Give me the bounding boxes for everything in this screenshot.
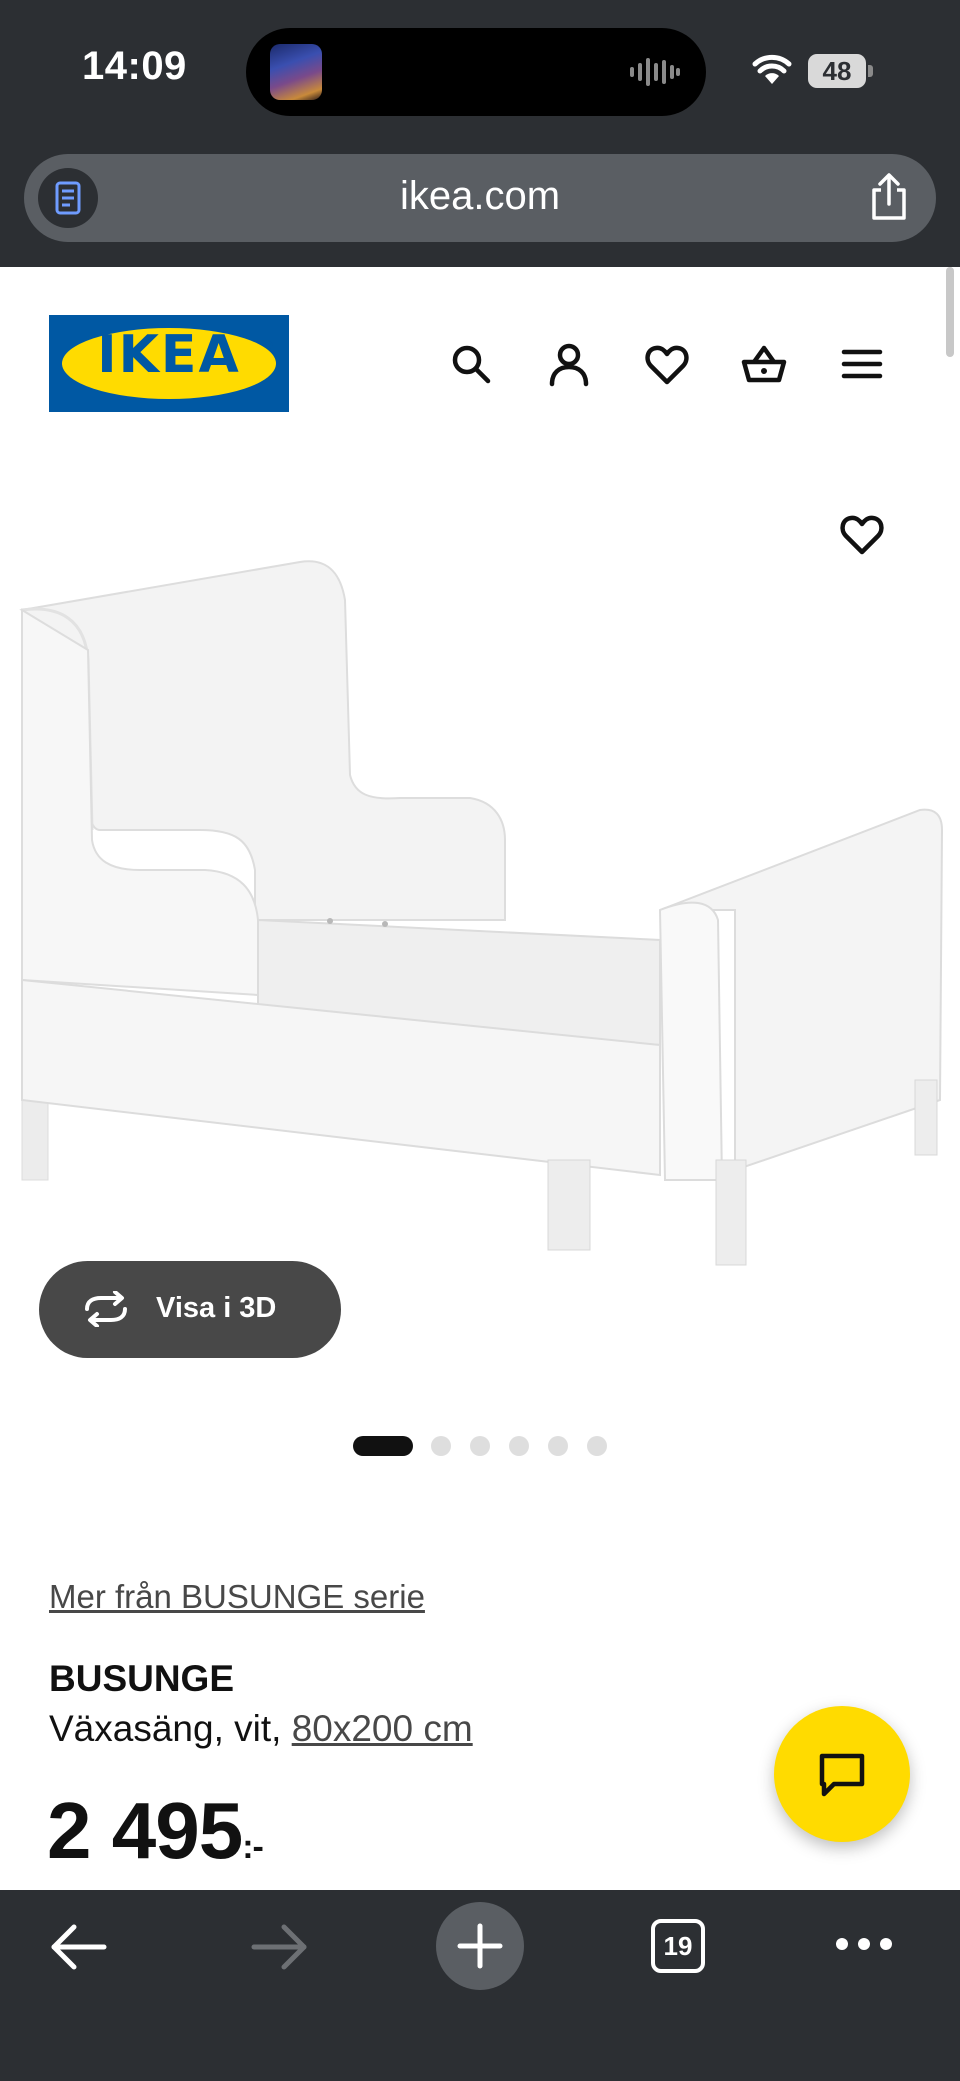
gallery-dot-1[interactable] [353,1436,413,1456]
product-image[interactable] [0,540,960,1280]
series-link[interactable]: Mer från BUSUNGE serie [49,1578,425,1616]
heart-icon[interactable] [643,340,691,388]
more-options-icon[interactable] [834,1936,894,1952]
battery-tip [868,65,873,77]
share-icon[interactable] [868,172,910,222]
price-value: 2 495 [47,1786,243,1875]
scroll-indicator[interactable] [946,267,954,357]
new-tab-button[interactable] [436,1902,524,1990]
price-suffix: :- [242,1828,264,1866]
chat-icon [819,1753,865,1797]
status-time: 14:09 [82,44,187,88]
back-arrow-icon[interactable] [48,1922,108,1972]
browser-bottom-toolbar: 19 [0,1890,960,2081]
gallery-dot-4[interactable] [509,1436,529,1456]
product-name: BUSUNGE [49,1658,235,1699]
menu-icon[interactable] [838,340,886,388]
size-link[interactable]: 80x200 cm [292,1708,473,1749]
product-price: 2 495:- [47,1785,264,1877]
browser-top-chrome: 14:09 48 ikea.com [0,0,960,267]
rotate-3d-icon [85,1291,127,1327]
gallery-dot-6[interactable] [587,1436,607,1456]
account-icon[interactable] [545,340,593,388]
url-text: ikea.com [399,174,561,218]
view-in-3d-button[interactable]: Visa i 3D [39,1261,341,1358]
logo-registered-mark: ® [264,340,273,352]
view-in-3d-label: Visa i 3D [156,1292,277,1324]
audio-wave-icon [630,58,680,86]
tabs-button[interactable]: 19 [651,1919,705,1973]
gallery-dot-5[interactable] [548,1436,568,1456]
product-description: Växasäng, vit, 80x200 cm [49,1708,473,1750]
gallery-dot-3[interactable] [470,1436,490,1456]
product-description-text: Växasäng, vit, [49,1708,292,1749]
wifi-icon [752,54,792,84]
battery-indicator: 48 [808,54,866,88]
plus-icon [457,1923,503,1969]
search-icon[interactable] [447,340,495,388]
now-playing-artwork [270,44,322,100]
ikea-logo[interactable]: IKEA ® [49,315,289,412]
dynamic-island[interactable] [246,28,706,116]
basket-icon[interactable] [740,340,788,388]
chat-button[interactable] [774,1706,910,1842]
forward-arrow-icon[interactable] [250,1922,310,1972]
logo-text: IKEA [97,325,241,385]
gallery-dot-2[interactable] [431,1436,451,1456]
url-bar[interactable]: ikea.com [24,154,936,242]
